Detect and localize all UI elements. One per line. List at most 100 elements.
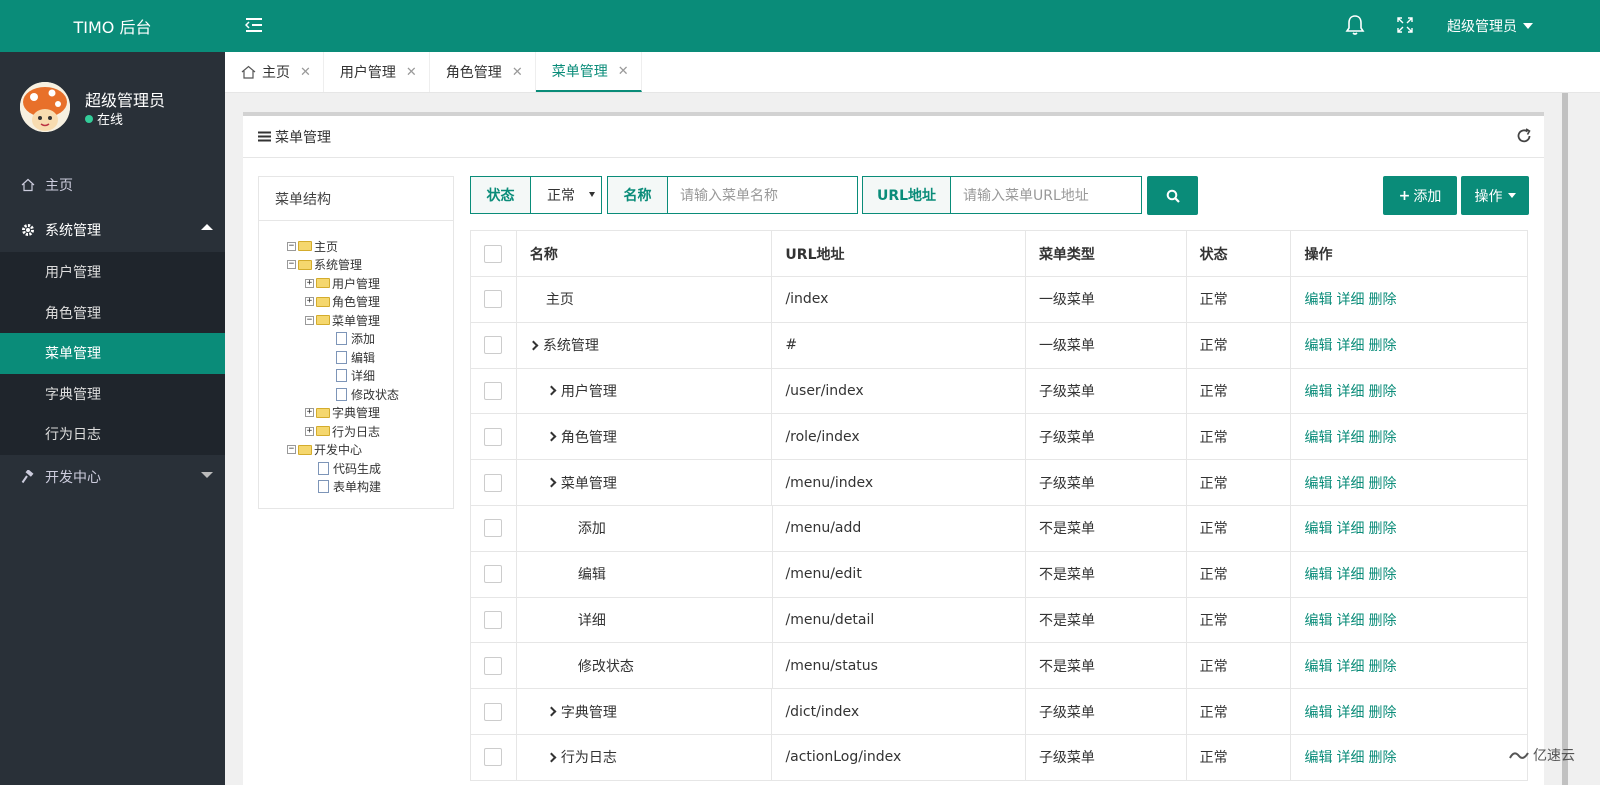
tree-node[interactable]: 修改状态 bbox=[336, 385, 399, 403]
chevron-right-icon[interactable] bbox=[546, 706, 557, 717]
tab-home[interactable]: 主页 ✕ bbox=[225, 52, 324, 92]
edit-link[interactable]: 编辑 bbox=[1304, 473, 1332, 493]
tab-menus[interactable]: 菜单管理 ✕ bbox=[535, 52, 642, 92]
close-icon[interactable]: ✕ bbox=[406, 65, 417, 80]
chevron-right-icon[interactable] bbox=[528, 340, 539, 351]
collapse-icon[interactable]: − bbox=[287, 241, 296, 251]
detail-link[interactable]: 详细 bbox=[1336, 473, 1364, 493]
tree-node[interactable]: − 开发中心 bbox=[287, 441, 362, 459]
tree-node[interactable]: + 用户管理 bbox=[305, 274, 380, 292]
edit-link[interactable]: 编辑 bbox=[1304, 610, 1332, 630]
delete-link[interactable]: 删除 bbox=[1368, 381, 1396, 401]
expand-icon[interactable]: + bbox=[305, 426, 314, 436]
url-search-input[interactable]: 请输入菜单URL地址 bbox=[951, 177, 1141, 213]
tree-node[interactable]: − 系统管理 bbox=[287, 256, 362, 274]
operations-dropdown[interactable]: 操作 bbox=[1461, 176, 1529, 215]
tree-node[interactable]: + 角色管理 bbox=[305, 293, 380, 311]
edit-link[interactable]: 编辑 bbox=[1304, 335, 1332, 355]
detail-link[interactable]: 详细 bbox=[1336, 610, 1364, 630]
delete-link[interactable]: 删除 bbox=[1368, 427, 1396, 447]
status-select[interactable]: 正常 bbox=[531, 177, 601, 213]
tab-roles[interactable]: 角色管理 ✕ bbox=[430, 52, 536, 92]
fullscreen-icon[interactable] bbox=[1396, 16, 1414, 38]
delete-link[interactable]: 删除 bbox=[1368, 564, 1396, 584]
delete-link[interactable]: 删除 bbox=[1368, 518, 1396, 538]
select-all-checkbox[interactable] bbox=[484, 244, 503, 263]
collapse-icon[interactable]: − bbox=[287, 260, 296, 269]
row-checkbox[interactable] bbox=[484, 336, 503, 355]
row-checkbox[interactable] bbox=[484, 748, 503, 767]
sidebar-item-system[interactable]: 系统管理 bbox=[0, 207, 225, 252]
table-row[interactable]: 字典管理/dict/index 子级菜单 正常 编辑 详细 删除 bbox=[471, 689, 1527, 735]
close-icon[interactable]: ✕ bbox=[300, 65, 311, 80]
edit-link[interactable]: 编辑 bbox=[1304, 518, 1332, 538]
table-row[interactable]: 用户管理/user/index 子级菜单 正常 编辑 详细 删除 bbox=[471, 368, 1527, 415]
detail-link[interactable]: 详细 bbox=[1336, 564, 1364, 584]
row-checkbox[interactable] bbox=[484, 610, 503, 629]
detail-link[interactable]: 详细 bbox=[1336, 656, 1364, 676]
row-checkbox[interactable] bbox=[484, 427, 503, 446]
header-user-menu[interactable]: 超级管理员 bbox=[1447, 16, 1533, 36]
expand-icon[interactable]: + bbox=[305, 278, 314, 288]
edit-link[interactable]: 编辑 bbox=[1304, 702, 1332, 722]
tree-node[interactable]: − 菜单管理 bbox=[305, 311, 380, 329]
detail-link[interactable]: 详细 bbox=[1336, 335, 1364, 355]
row-checkbox[interactable] bbox=[484, 519, 503, 538]
col-type[interactable]: 菜单类型 bbox=[1026, 231, 1187, 276]
bell-icon[interactable] bbox=[1345, 14, 1365, 40]
edit-link[interactable]: 编辑 bbox=[1304, 564, 1332, 584]
sidebar-item-dict[interactable]: 字典管理 bbox=[0, 374, 225, 415]
expand-icon[interactable]: + bbox=[305, 297, 314, 306]
table-row[interactable]: 行为日志/actionLog/index 子级菜单 正常 编辑 详细 删除 bbox=[471, 734, 1527, 781]
table-row[interactable]: 角色管理/role/index 子级菜单 正常 编辑 详细 删除 bbox=[471, 414, 1527, 461]
table-row[interactable]: 编辑/menu/edit 不是菜单 正常 编辑 详细 删除 bbox=[471, 551, 1527, 598]
col-url[interactable]: URL地址 bbox=[772, 231, 1026, 276]
detail-link[interactable]: 详细 bbox=[1336, 427, 1364, 447]
close-icon[interactable]: ✕ bbox=[512, 65, 523, 80]
row-checkbox[interactable] bbox=[484, 565, 503, 584]
table-row[interactable]: 主页/index 一级菜单 正常 编辑 详细 删除 bbox=[471, 277, 1527, 323]
edit-link[interactable]: 编辑 bbox=[1304, 427, 1332, 447]
scrollbar[interactable] bbox=[1562, 93, 1568, 785]
sidebar-item-menus[interactable]: 菜单管理 bbox=[0, 333, 225, 374]
edit-link[interactable]: 编辑 bbox=[1304, 656, 1332, 676]
search-button[interactable] bbox=[1147, 176, 1198, 215]
row-checkbox[interactable] bbox=[484, 290, 503, 309]
delete-link[interactable]: 删除 bbox=[1368, 656, 1396, 676]
collapse-icon[interactable]: − bbox=[305, 315, 314, 325]
edit-link[interactable]: 编辑 bbox=[1304, 289, 1332, 309]
menu-toggle-icon[interactable] bbox=[244, 17, 263, 33]
detail-link[interactable]: 详细 bbox=[1336, 381, 1364, 401]
delete-link[interactable]: 删除 bbox=[1368, 289, 1396, 309]
tab-users[interactable]: 用户管理 ✕ bbox=[324, 52, 430, 92]
chevron-right-icon[interactable] bbox=[546, 386, 557, 396]
tree-node[interactable]: 代码生成 bbox=[318, 459, 381, 477]
name-search-input[interactable]: 请输入菜单名称 bbox=[668, 177, 857, 213]
delete-link[interactable]: 删除 bbox=[1368, 747, 1396, 767]
table-row[interactable]: 添加/menu/add 不是菜单 正常 编辑 详细 删除 bbox=[471, 505, 1527, 552]
sidebar-item-roles[interactable]: 角色管理 bbox=[0, 293, 225, 334]
table-row[interactable]: 系统管理 # 一级菜单 正常 编辑 详细 删除 bbox=[471, 322, 1527, 369]
chevron-right-icon[interactable] bbox=[546, 477, 557, 488]
refresh-icon[interactable] bbox=[1516, 128, 1532, 148]
col-status[interactable]: 状态 bbox=[1187, 231, 1292, 276]
chevron-right-icon[interactable] bbox=[546, 752, 557, 763]
detail-link[interactable]: 详细 bbox=[1336, 702, 1364, 722]
tree-node[interactable]: 表单构建 bbox=[318, 478, 381, 496]
tree-node[interactable]: + 字典管理 bbox=[305, 404, 380, 422]
row-checkbox[interactable] bbox=[484, 702, 503, 721]
collapse-icon[interactable]: − bbox=[287, 445, 296, 454]
row-checkbox[interactable] bbox=[484, 656, 503, 675]
col-name[interactable]: 名称 bbox=[517, 231, 773, 276]
sidebar-item-users[interactable]: 用户管理 bbox=[0, 252, 225, 293]
chevron-right-icon[interactable] bbox=[546, 431, 557, 442]
app-logo[interactable]: TIMO 后台 bbox=[0, 0, 225, 52]
tree-node[interactable]: 编辑 bbox=[336, 348, 375, 366]
close-icon[interactable]: ✕ bbox=[618, 64, 629, 79]
table-row[interactable]: 详细/menu/detail 不是菜单 正常 编辑 详细 删除 bbox=[471, 597, 1527, 644]
detail-link[interactable]: 详细 bbox=[1336, 747, 1364, 767]
tree-node[interactable]: 添加 bbox=[336, 330, 375, 348]
table-row[interactable]: 菜单管理/menu/index 子级菜单 正常 编辑 详细 删除 bbox=[471, 460, 1527, 506]
sidebar-item-home[interactable]: 主页 bbox=[0, 162, 225, 207]
tree-node[interactable]: 详细 bbox=[336, 367, 375, 385]
